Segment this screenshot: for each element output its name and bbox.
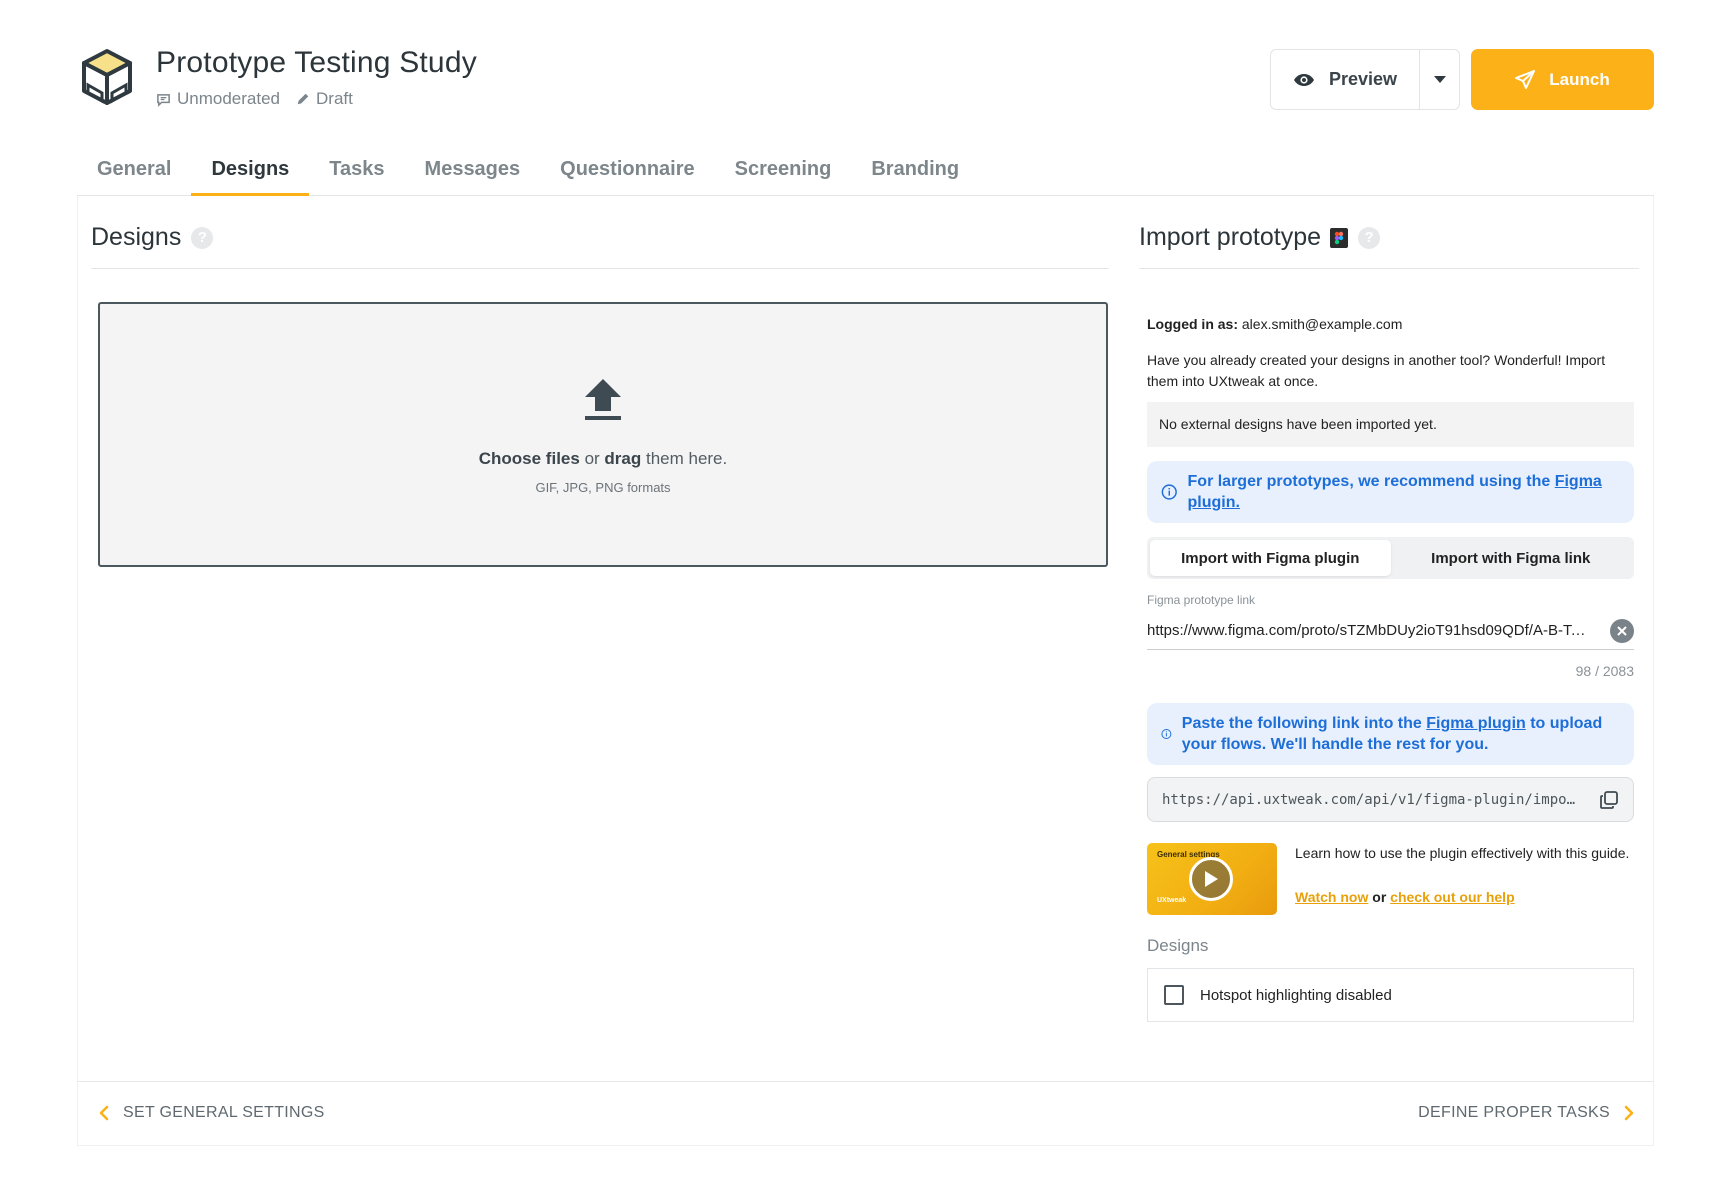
- designs-section-title: Designs ?: [91, 223, 214, 252]
- study-mode: Unmoderated: [156, 89, 280, 109]
- plugin-api-link: https://api.uxtweak.com/api/v1/figma-plu…: [1162, 791, 1582, 808]
- plugin-paste-instructions: Paste the following link into the Figma …: [1147, 703, 1634, 765]
- help-link[interactable]: check out our help: [1390, 889, 1514, 905]
- study-title: Prototype Testing Study: [156, 46, 477, 79]
- figma-plugin-link[interactable]: Figma plugin: [1426, 715, 1526, 732]
- drag-text: drag: [604, 449, 642, 468]
- eye-icon: [1293, 73, 1314, 86]
- plugin-guide: General settings UXtweak Learn how to us…: [1147, 843, 1634, 915]
- copy-icon[interactable]: [1599, 790, 1619, 810]
- chat-icon: [157, 93, 170, 107]
- figma-link-input[interactable]: https://www.figma.com/proto/sTZMbDUy2ioT…: [1147, 622, 1587, 639]
- play-icon[interactable]: [1189, 857, 1233, 901]
- figma-link-field[interactable]: https://www.figma.com/proto/sTZMbDUy2ioT…: [1147, 612, 1634, 650]
- figma-plugin-recommendation: For larger prototypes, we recommend usin…: [1147, 461, 1634, 523]
- file-dropzone[interactable]: Choose files or drag them here. GIF, JPG…: [98, 302, 1108, 567]
- dropzone-formats: GIF, JPG, PNG formats: [535, 480, 671, 495]
- logged-in-info: Logged in as: alex.smith@example.com: [1147, 316, 1634, 332]
- tab-branding[interactable]: Branding: [851, 150, 979, 196]
- study-logo-icon: [78, 47, 136, 107]
- import-divider: [1139, 268, 1639, 269]
- clear-input-button[interactable]: [1610, 618, 1634, 643]
- hotspot-label: Hotspot highlighting disabled: [1200, 986, 1392, 1004]
- step-navigation: SET GENERAL SETTINGS DEFINE PROPER TASKS: [77, 1081, 1654, 1146]
- designs-options-label: Designs: [1147, 936, 1209, 955]
- prev-step-button[interactable]: SET GENERAL SETTINGS: [99, 1104, 325, 1122]
- chevron-left-icon: [99, 1105, 109, 1121]
- study-mode-label: Unmoderated: [177, 89, 281, 108]
- help-icon[interactable]: ?: [1358, 226, 1381, 249]
- tab-import-plugin[interactable]: Import with Figma plugin: [1150, 540, 1391, 576]
- help-icon[interactable]: ?: [191, 226, 214, 249]
- tab-questionnaire[interactable]: Questionnaire: [540, 150, 714, 196]
- character-counter: 98 / 2083: [1575, 663, 1634, 679]
- no-imports-message: No external designs have been imported y…: [1147, 402, 1634, 447]
- info-icon: [1161, 484, 1177, 500]
- preview-dropdown-button[interactable]: [1420, 50, 1459, 109]
- next-step-label: DEFINE PROPER TASKS: [1418, 1104, 1610, 1121]
- guide-video-thumbnail[interactable]: General settings UXtweak: [1147, 843, 1277, 915]
- paper-plane-icon: [1515, 69, 1536, 89]
- tab-designs[interactable]: Designs: [191, 150, 310, 196]
- guide-links: Watch now or check out our help: [1295, 889, 1515, 905]
- next-step-button[interactable]: DEFINE PROPER TASKS: [1418, 1104, 1634, 1122]
- upload-icon: [585, 379, 621, 420]
- study-status-label: Draft: [316, 89, 353, 108]
- tab-messages[interactable]: Messages: [405, 150, 541, 196]
- figma-logo-icon: [1330, 227, 1349, 248]
- guide-description: Learn how to use the plugin effectively …: [1295, 845, 1630, 861]
- choose-files-link[interactable]: Choose files: [479, 449, 580, 468]
- logged-email: alex.smith@example.com: [1241, 316, 1403, 332]
- tab-screening[interactable]: Screening: [715, 150, 852, 196]
- preview-button[interactable]: Preview: [1271, 50, 1420, 109]
- dropzone-instructions: Choose files or drag them here.: [478, 449, 728, 468]
- import-section-title: Import prototype ?: [1139, 223, 1381, 252]
- preview-button-group: Preview: [1270, 49, 1460, 110]
- import-intro-text: Have you already created your designs in…: [1147, 352, 1606, 389]
- info-icon: [1161, 729, 1172, 739]
- chevron-right-icon: [1624, 1105, 1634, 1121]
- figma-link-label: Figma prototype link: [1147, 593, 1256, 607]
- logged-label: Logged in as:: [1147, 316, 1238, 332]
- preview-label: Preview: [1328, 69, 1398, 89]
- study-meta: Unmoderated Draft: [156, 89, 369, 109]
- import-title: Import prototype: [1139, 223, 1322, 251]
- study-tabs: General Designs Tasks Messages Questionn…: [77, 150, 1654, 196]
- tab-import-link[interactable]: Import with Figma link: [1391, 540, 1632, 576]
- hotspot-checkbox[interactable]: [1164, 985, 1184, 1005]
- prev-step-label: SET GENERAL SETTINGS: [123, 1104, 325, 1121]
- close-icon: [1617, 625, 1627, 636]
- tab-general[interactable]: General: [77, 150, 191, 196]
- thumbnail-brand: UXtweak: [1157, 897, 1187, 904]
- import-method-toggle: Import with Figma plugin Import with Fig…: [1147, 537, 1634, 579]
- launch-label: Launch: [1549, 69, 1610, 89]
- designs-divider: [91, 268, 1109, 269]
- caret-down-icon: [1433, 75, 1446, 83]
- watch-now-link[interactable]: Watch now: [1295, 889, 1368, 905]
- pencil-icon: [297, 93, 309, 105]
- launch-button[interactable]: Launch: [1471, 49, 1654, 110]
- tab-tasks[interactable]: Tasks: [309, 150, 404, 196]
- hotspot-option[interactable]: Hotspot highlighting disabled: [1147, 968, 1634, 1022]
- study-status: Draft: [296, 89, 353, 109]
- designs-title: Designs: [91, 223, 182, 251]
- plugin-api-link-box[interactable]: https://api.uxtweak.com/api/v1/figma-plu…: [1147, 777, 1634, 822]
